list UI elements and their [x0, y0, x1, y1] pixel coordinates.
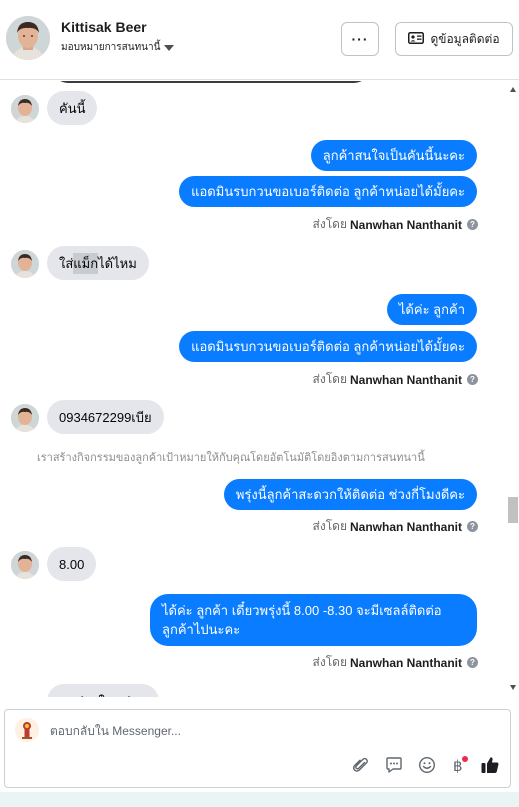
question-circle-icon[interactable]: ?	[467, 374, 478, 385]
contact-name[interactable]: Kittisak Beer	[61, 19, 147, 35]
page-avatar	[15, 718, 39, 742]
messenger-inbox-conversation: Kittisak Beer มอบหมายการสนทนานี้ ··· ดูข…	[0, 0, 519, 807]
system-notice: เราสร้างกิจกรรมของลูกค้าเป้าหมายให้กับคุ…	[37, 452, 425, 464]
outgoing-message[interactable]: แอดมินรบกวนขอเบอร์ติดต่อ ลูกค้าหน่อยได้ม…	[179, 176, 477, 207]
sender-name: Nanwhan Nanthanit	[349, 217, 462, 232]
incoming-message[interactable]: 0934672299เบีย	[47, 400, 164, 434]
sender-name: Nanwhan Nanthanit	[349, 519, 462, 534]
sender-name: Nanwhan Nanthanit	[349, 372, 462, 387]
sent-by-label: ส่งโดย Nanwhan Nanthanit ?	[313, 653, 478, 672]
outgoing-message[interactable]: ได้ค่ะ ลูกค้า เดี๋ยวพรุ่งนี้ 8.00 -8.30 …	[150, 594, 477, 646]
contact-avatar-small	[11, 404, 39, 432]
contact-avatar-small	[11, 551, 39, 579]
caret-down-icon	[164, 44, 175, 51]
assign-conversation-label: มอบหมายการสนทนานี้	[61, 42, 161, 53]
paperclip-icon[interactable]	[350, 754, 372, 776]
contact-avatar-small	[11, 95, 39, 123]
sent-by-prefix: ส่งโดย	[312, 519, 347, 533]
contact-card-icon	[408, 31, 425, 47]
outgoing-message[interactable]: พรุ่งนี้ลูกค้าสะดวกให้ติดต่อ ช่วงกี่โมงด…	[223, 479, 477, 510]
outgoing-message[interactable]: แอดมินรบกวนขอเบอร์ติดต่อ ลูกค้าหน่อยได้ม…	[179, 331, 477, 362]
highlighted-text: แม็ก	[73, 252, 99, 274]
conversation-header: Kittisak Beer มอบหมายการสนทนานี้ ··· ดูข…	[0, 0, 519, 80]
thumbs-up-icon[interactable]	[479, 754, 501, 776]
saved-reply-icon[interactable]	[383, 754, 405, 776]
scroll-down-arrow-icon[interactable]	[510, 685, 516, 690]
scrollbar-thumb[interactable]	[508, 497, 518, 523]
sent-by-label: ส่งโดย Nanwhan Nanthanit ?	[313, 215, 478, 234]
view-contact-info-label: ดูข้อมูลติดต่อ	[430, 31, 500, 46]
page-footer-strip	[0, 792, 519, 807]
question-circle-icon[interactable]: ?	[467, 521, 478, 532]
question-circle-icon[interactable]: ?	[467, 657, 478, 668]
message-text-part: ได้ไหม	[98, 255, 137, 271]
reply-composer: ฿	[4, 709, 511, 788]
view-contact-info-button[interactable]: ดูข้อมูลติดต่อ	[395, 22, 513, 56]
sent-by-prefix: ส่งโดย	[312, 655, 347, 669]
contact-avatar-small	[11, 250, 39, 278]
reply-message-input[interactable]	[50, 724, 470, 738]
outgoing-message[interactable]: ลูกค้าสนใจเป็นคันนี้นะคะ	[310, 140, 477, 171]
contact-avatar[interactable]	[6, 16, 50, 60]
svg-text:฿: ฿	[453, 757, 463, 775]
question-circle-icon[interactable]: ?	[467, 219, 478, 230]
emoji-icon[interactable]	[416, 754, 438, 776]
sent-by-label: ส่งโดย Nanwhan Nanthanit ?	[313, 370, 478, 389]
message-text-part: ใส่	[59, 255, 74, 271]
assign-conversation-dropdown[interactable]: มอบหมายการสนทนานี้	[61, 40, 175, 55]
more-options-button[interactable]: ···	[341, 22, 379, 56]
incoming-message[interactable]: ใส่ แม็ก ได้ไหม	[47, 246, 149, 280]
message-thread-scrollbar[interactable]	[507, 81, 519, 697]
sender-name: Nanwhan Nanthanit	[349, 655, 462, 670]
incoming-message[interactable]: คันนี้	[47, 91, 98, 125]
sent-by-prefix: ส่งโดย	[312, 217, 347, 231]
incoming-message[interactable]: 8.00	[47, 547, 97, 581]
message-thread[interactable]: คันนี้ ลูกค้าสนใจเป็นคันนี้นะคะ แอดมินรบ…	[0, 81, 507, 697]
previous-message-bubble	[52, 81, 370, 83]
baht-payment-icon[interactable]: ฿	[448, 754, 470, 776]
sent-by-label: ส่งโดย Nanwhan Nanthanit ?	[313, 517, 478, 536]
scroll-up-arrow-icon[interactable]	[510, 87, 516, 92]
outgoing-message[interactable]: ได้ค่ะ ลูกค้า	[386, 294, 477, 325]
sent-by-prefix: ส่งโดย	[312, 372, 347, 386]
incoming-message[interactable]: ขอถ่ายในหน่อย	[47, 684, 159, 697]
